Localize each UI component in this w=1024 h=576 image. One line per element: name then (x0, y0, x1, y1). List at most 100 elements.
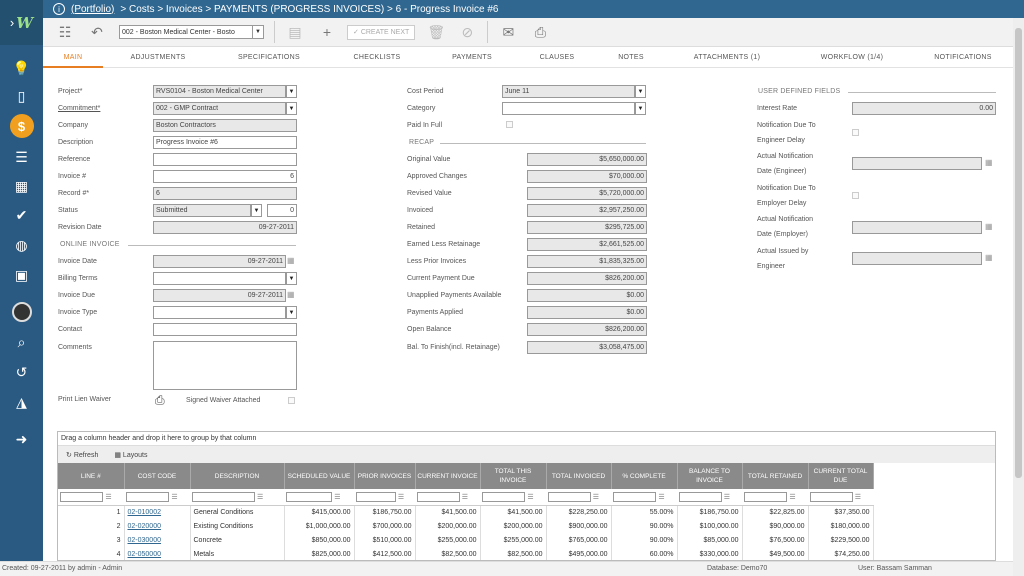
cancel-icon[interactable]: ⊘ (459, 24, 475, 41)
tab-attachments[interactable]: ATTACHMENTS (1) (663, 48, 791, 68)
lightbulb-icon[interactable]: 💡 (0, 55, 43, 81)
filter-input[interactable] (286, 491, 333, 502)
vertical-scrollbar[interactable] (1013, 18, 1024, 576)
table-row[interactable]: 1 02-010002 General Conditions $415,000.… (58, 505, 874, 519)
avatar[interactable] (0, 299, 43, 325)
info-icon[interactable]: i (53, 3, 65, 15)
filter-input[interactable] (417, 491, 460, 502)
filter-icon[interactable]: ☰ (398, 493, 404, 501)
cost-code-link[interactable]: 02-050000 (124, 547, 191, 560)
status-dropdown-icon[interactable]: ▼ (251, 204, 262, 217)
graduation-cap-icon[interactable]: ◮ (0, 389, 43, 415)
filter-input[interactable] (613, 491, 657, 502)
comments-textarea[interactable] (153, 341, 297, 390)
description-field[interactable]: Progress Invoice #6 (153, 136, 297, 149)
column-header[interactable]: BALANCE TO INVOICE (677, 463, 743, 489)
filter-icon[interactable]: ☰ (593, 493, 599, 501)
filter-input[interactable] (744, 491, 788, 502)
search-icon[interactable]: ⌕ (0, 329, 43, 355)
history-icon[interactable]: ↺ (0, 359, 43, 385)
table-row[interactable]: 3 02-030000 Concrete $850,000.00 $510,00… (58, 533, 874, 547)
status-field[interactable]: Submitted (153, 204, 251, 217)
filter-input[interactable] (126, 491, 170, 502)
calendar-icon[interactable]: ▦ (287, 256, 295, 265)
invoice-type-dropdown-icon[interactable]: ▼ (286, 306, 297, 319)
column-header[interactable]: TOTAL THIS INVOICE (480, 463, 547, 489)
dollar-icon[interactable]: $ (0, 113, 43, 139)
list-icon[interactable]: ☷ (57, 24, 73, 41)
signed-waiver-checkbox[interactable] (288, 397, 295, 404)
breadcrumb-portfolio-link[interactable]: (Portfolio) (71, 4, 114, 15)
tab-payments[interactable]: PAYMENTS (429, 48, 515, 68)
table-row[interactable]: 2 02-020000 Existing Conditions $1,000,0… (58, 519, 874, 533)
filter-input[interactable] (482, 491, 526, 502)
filter-icon[interactable]: ☰ (724, 493, 730, 501)
filter-icon[interactable]: ☰ (658, 493, 664, 501)
notification-engineer-checkbox[interactable] (852, 129, 859, 136)
reference-field[interactable] (153, 153, 297, 166)
calendar-icon[interactable]: ▦ (985, 253, 993, 262)
email-icon[interactable]: ✉ (500, 24, 516, 41)
cost-period-dropdown-icon[interactable]: ▼ (635, 85, 646, 98)
tab-notes[interactable]: NOTES (599, 48, 663, 68)
tab-workflow[interactable]: WORKFLOW (1/4) (791, 48, 913, 68)
filter-icon[interactable]: ☰ (855, 493, 861, 501)
column-header[interactable]: CURRENT TOTAL DUE (808, 463, 874, 489)
filter-icon[interactable]: ☰ (334, 493, 340, 501)
commitment-dropdown-icon[interactable]: ▼ (286, 102, 297, 115)
filter-icon[interactable]: ☰ (462, 493, 468, 501)
filter-input[interactable] (548, 491, 591, 502)
filter-input[interactable] (192, 491, 255, 502)
filter-icon[interactable]: ☰ (789, 493, 795, 501)
app-logo[interactable]: › W (0, 0, 43, 45)
column-header[interactable]: DESCRIPTION (190, 463, 285, 489)
undo-history-icon[interactable]: ↶ (89, 24, 105, 41)
logout-icon[interactable]: ➜ (0, 426, 43, 452)
invoice-date-field[interactable]: 09-27-2011 (153, 255, 286, 268)
scrollbar-thumb[interactable] (1015, 28, 1022, 478)
add-icon[interactable]: + (319, 24, 335, 40)
invoice-number-field[interactable]: 6 (153, 170, 297, 183)
column-header[interactable]: SCHEDULED VALUE (284, 463, 355, 489)
column-header[interactable]: TOTAL RETAINED (742, 463, 809, 489)
calendar-icon[interactable]: ▦ (985, 222, 993, 231)
billing-terms-field[interactable] (153, 272, 286, 285)
paid-in-full-checkbox[interactable] (506, 121, 513, 128)
checkmark-icon[interactable]: ✔ (0, 202, 43, 228)
tab-clauses[interactable]: CLAUSES (515, 48, 599, 68)
tab-notifications[interactable]: NOTIFICATIONS (913, 48, 1013, 68)
actual-notification-employer-field[interactable] (852, 221, 982, 234)
calendar-icon[interactable]: ▦ (985, 158, 993, 167)
cost-code-link[interactable]: 02-030000 (124, 533, 191, 547)
column-header[interactable]: TOTAL INVOICED (546, 463, 612, 489)
invoice-due-field[interactable]: 09-27-2011 (153, 289, 286, 302)
gantt-icon[interactable]: ☰ (0, 144, 43, 170)
tab-checklists[interactable]: CHECKLISTS (325, 48, 429, 68)
project-select[interactable]: 002 - Boston Medical Center - Bosto ▼ (119, 25, 264, 39)
save-icon[interactable]: ▤ (287, 24, 303, 41)
category-dropdown-icon[interactable]: ▼ (635, 102, 646, 115)
actual-notification-engineer-field[interactable] (852, 157, 982, 170)
filter-icon[interactable]: ☰ (257, 493, 263, 501)
print-icon[interactable]: ⎙ (155, 393, 165, 408)
delete-icon[interactable]: 🗑 (427, 24, 445, 41)
tab-specifications[interactable]: SPECIFICATIONS (213, 48, 325, 68)
building-icon[interactable]: ▦ (0, 173, 43, 199)
create-next-button[interactable]: ✓ CREATE NEXT (347, 24, 416, 40)
billing-terms-dropdown-icon[interactable]: ▼ (286, 272, 297, 285)
calendar-icon[interactable]: ▦ (287, 290, 295, 299)
project-field[interactable]: RVS0104 - Boston Medical Center (153, 85, 286, 98)
commitment-label[interactable]: Commitment* (58, 105, 100, 112)
contact-field[interactable] (153, 323, 297, 336)
cost-code-link[interactable]: 02-020000 (124, 519, 191, 533)
filter-icon[interactable]: ☰ (105, 493, 111, 501)
tab-adjustments[interactable]: ADJUSTMENTS (103, 48, 213, 68)
project-dropdown-icon[interactable]: ▼ (286, 85, 297, 98)
column-header[interactable]: LINE # (58, 463, 125, 489)
filter-icon[interactable]: ☰ (527, 493, 533, 501)
commitment-field[interactable]: 002 - GMP Contract (153, 102, 286, 115)
filter-input[interactable] (679, 491, 722, 502)
actual-issued-field[interactable] (852, 252, 982, 265)
filter-icon[interactable]: ☰ (171, 493, 177, 501)
refresh-button[interactable]: ↻ Refresh (66, 451, 98, 459)
